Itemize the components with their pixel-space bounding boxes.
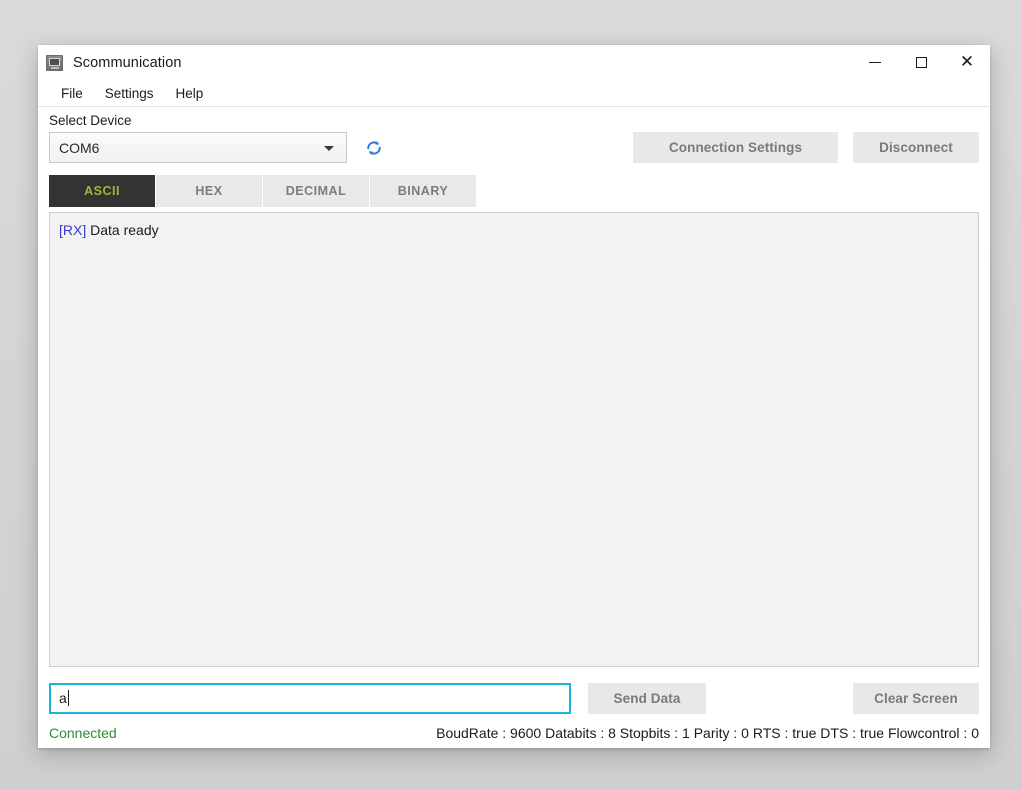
window-body: Select Device COM6 Connection Settings D… [38,107,990,718]
text-caret [67,690,69,706]
select-device-label: Select Device [49,113,132,128]
connection-settings-button[interactable]: Connection Settings [633,132,838,163]
minimize-button[interactable] [852,45,898,80]
device-select[interactable]: COM6 [49,132,347,163]
minimize-icon [869,62,881,63]
terminal-log-area[interactable]: [RX] Data ready [49,212,979,667]
desktop-background: Scommunication ✕ File Settings Help Sele… [0,0,1022,790]
log-line: [RX] Data ready [59,220,969,240]
title-bar: Scommunication ✕ [38,45,990,80]
menu-item-settings[interactable]: Settings [94,83,165,104]
clear-screen-button[interactable]: Clear Screen [853,682,979,714]
menu-bar: File Settings Help [38,80,990,106]
status-bar: Connected BoudRate : 9600 Databits : 8 S… [38,718,990,748]
log-direction-tag: [RX] [59,222,87,238]
device-row: COM6 Connection Settings Disconnect [49,132,979,163]
window-controls: ✕ [852,45,990,80]
connection-status: Connected [49,725,117,741]
serial-parameters: BoudRate : 9600 Databits : 8 Stopbits : … [436,725,979,741]
menu-item-file[interactable]: File [50,83,94,104]
send-row: a Send Data Clear Screen [49,682,979,714]
title-bar-left: Scommunication [38,54,182,71]
tab-decimal[interactable]: DECIMAL [263,175,369,207]
maximize-button[interactable] [898,45,944,80]
application-window: Scommunication ✕ File Settings Help Sele… [38,45,990,748]
chevron-down-icon [324,145,334,151]
format-tabs: ASCII HEX DECIMAL BINARY [49,175,979,207]
tab-binary[interactable]: BINARY [370,175,476,207]
send-data-input-value: a [59,690,67,706]
menu-item-help[interactable]: Help [165,83,215,104]
close-icon: ✕ [959,52,975,72]
refresh-devices-button[interactable] [359,133,389,163]
maximize-icon [915,57,927,68]
close-button[interactable]: ✕ [944,45,990,80]
send-data-input[interactable]: a [49,682,571,714]
log-message: Data ready [86,222,159,238]
tab-ascii[interactable]: ASCII [49,175,155,207]
refresh-icon [367,140,381,155]
tab-hex[interactable]: HEX [156,175,262,207]
disconnect-button[interactable]: Disconnect [853,132,979,163]
com-port-device-icon [46,54,63,71]
device-select-value: COM6 [59,139,100,156]
window-title: Scommunication [73,54,182,71]
send-data-button[interactable]: Send Data [588,682,706,714]
